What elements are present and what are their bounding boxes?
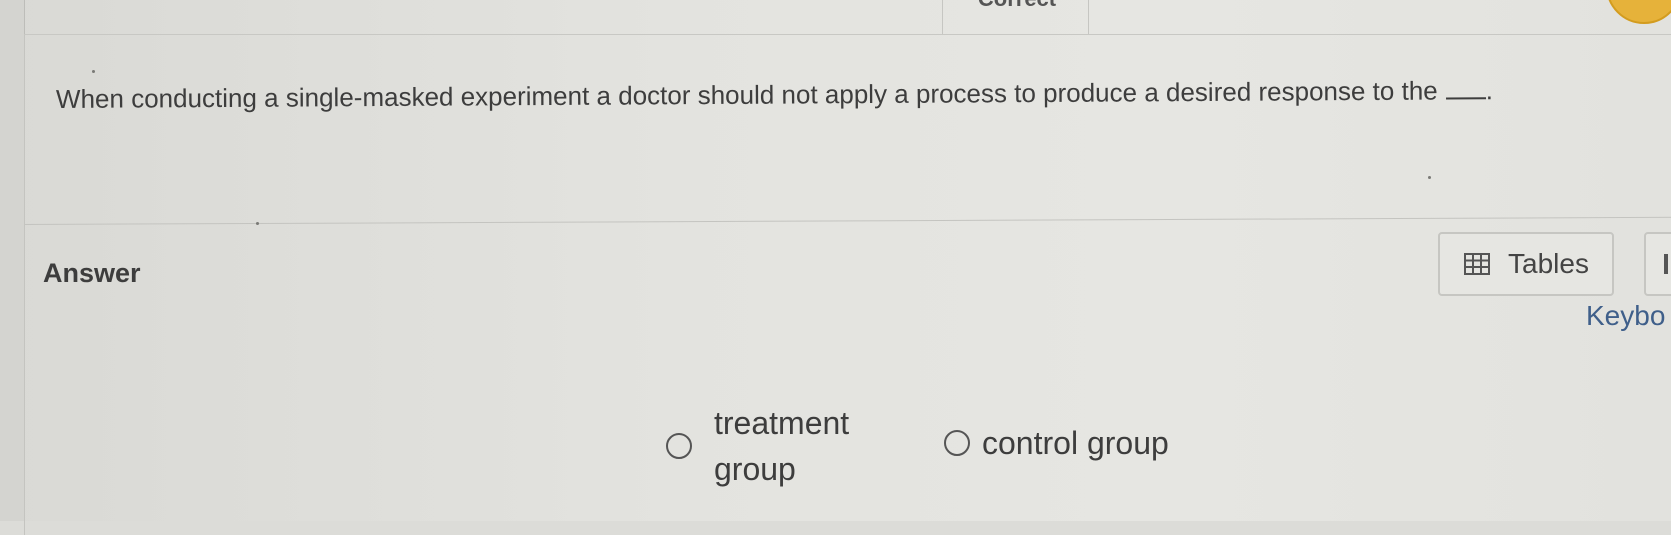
avatar[interactable] [1606,0,1671,24]
screen-speck [256,222,259,225]
answer-option-label[interactable]: treatment group [714,400,884,492]
answer-option-treatment-group[interactable]: treatment group [666,400,884,492]
screen-speck [92,70,95,73]
toolbar-button-partial[interactable] [1644,232,1671,296]
status-label-fragment: Correct [962,0,1072,12]
radio-button[interactable] [944,430,970,456]
table-icon [1464,253,1490,275]
answer-option-control-group[interactable]: control group [944,420,1169,466]
radio-button[interactable] [666,433,692,459]
left-panel-edge [0,0,25,521]
tables-button[interactable]: Tables [1438,232,1614,296]
answer-heading: Answer [43,258,141,288]
toolbar-button-icon-fragment [1664,254,1668,274]
question-end-punctuation: . [1485,75,1494,106]
keyboard-shortcuts-link[interactable]: Keybo [1586,300,1665,332]
top-header-strip: Correct [0,0,1671,36]
header-divider [1088,0,1089,34]
tables-button-label: Tables [1508,248,1589,279]
answer-blank [1445,97,1486,100]
screen-speck [1428,176,1431,179]
answer-option-label[interactable]: control group [982,420,1169,466]
header-divider [942,0,943,34]
